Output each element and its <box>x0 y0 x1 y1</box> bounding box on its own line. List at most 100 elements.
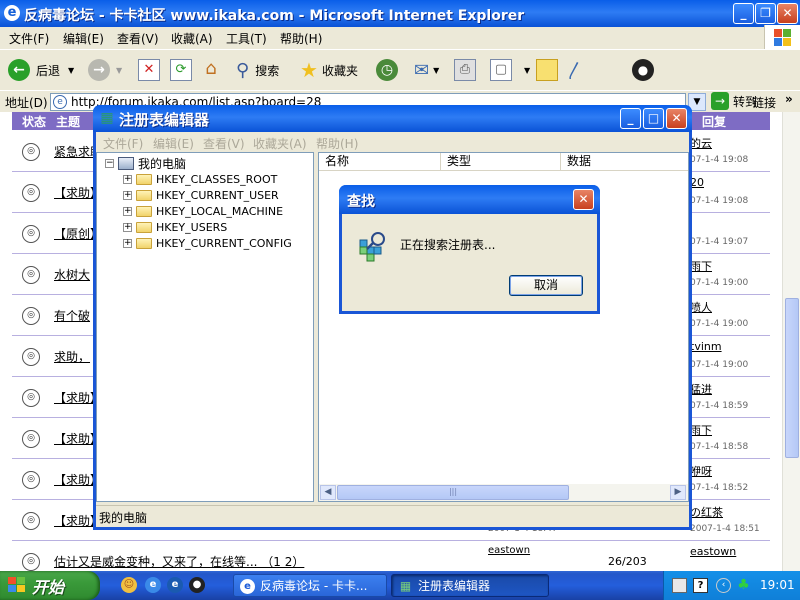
column-name[interactable]: 名称 <box>319 153 441 171</box>
column-data[interactable]: 数据 <box>561 153 688 171</box>
chevron-right-icon[interactable]: » <box>785 92 793 106</box>
ie-title-bar[interactable]: e 反病毒论坛 - 卡卡社区 www.ikaka.com - Microsoft… <box>0 0 800 27</box>
edit-button[interactable]: ▢ ▼ <box>490 58 530 82</box>
scroll-left-icon[interactable]: ◀ <box>320 485 336 500</box>
topic-status-icon: ◎ <box>22 307 40 325</box>
taskbar-item-regedit[interactable]: ▦ 注册表编辑器 <box>391 574 549 597</box>
edit-dropdown-icon[interactable]: ▼ <box>524 66 530 75</box>
author-link[interactable]: eastown <box>488 545 530 556</box>
cancel-button[interactable]: 取消 <box>509 275 583 296</box>
regedit-horizontal-scrollbar[interactable]: ◀ ||| ▶ <box>319 484 688 501</box>
menu-tools[interactable]: 工具(T) <box>226 30 267 47</box>
tree-key[interactable]: + HKEY_CURRENT_CONFIG <box>123 235 292 251</box>
folder-icon <box>136 189 152 201</box>
tree-root-label: 我的电脑 <box>138 156 187 171</box>
scrollbar-thumb[interactable] <box>785 298 799 458</box>
history-button[interactable]: ◷ <box>376 58 398 82</box>
stop-button[interactable]: ✕ <box>138 58 160 82</box>
menu-favorites[interactable]: 收藏(A) <box>171 30 213 47</box>
collapse-icon[interactable]: − <box>105 158 114 168</box>
mail-dropdown-icon[interactable]: ▼ <box>433 66 439 75</box>
tree-key[interactable]: + HKEY_CLASSES_ROOT <box>123 171 277 187</box>
last-reply-author[interactable]: 喷人 <box>690 299 712 315</box>
mail-button[interactable]: ✉ ▼ <box>414 58 439 82</box>
back-button[interactable]: ← 后退 ▼ <box>8 58 74 82</box>
menu-help[interactable]: 帮助(H) <box>280 30 322 47</box>
ie-quicklaunch-icon[interactable]: e <box>145 577 161 593</box>
tree-key[interactable]: + HKEY_CURRENT_USER <box>123 187 279 203</box>
find-title-bar[interactable]: 查找 ✕ <box>339 185 600 214</box>
scroll-right-icon[interactable]: ▶ <box>670 485 686 500</box>
messenger-button[interactable]: 〳 <box>566 58 584 82</box>
network-icon[interactable]: ♣ <box>736 578 751 593</box>
forward-button[interactable]: → ▼ <box>88 58 122 82</box>
restore-button[interactable]: ❐ <box>755 3 776 24</box>
last-reply-time: 07-1-4 19:08 <box>690 155 749 165</box>
tree-key[interactable]: + HKEY_USERS <box>123 219 227 235</box>
regedit-menu-view[interactable]: 查看(V) <box>203 135 245 152</box>
find-close-button[interactable]: ✕ <box>573 189 594 210</box>
discuss-button[interactable] <box>536 58 558 82</box>
last-reply-author[interactable]: 雨下 <box>690 422 712 438</box>
print-button[interactable]: ⎙ <box>454 58 476 82</box>
ie-vertical-scrollbar[interactable] <box>782 112 800 571</box>
start-button[interactable]: 开始 <box>0 571 100 600</box>
favorites-button[interactable]: ★ 收藏夹 <box>300 58 358 82</box>
ie-window-title: 反病毒论坛 - 卡卡社区 www.ikaka.com - Microsoft I… <box>24 8 525 24</box>
minimize-button[interactable]: _ <box>733 3 754 24</box>
tray-collapse-icon[interactable]: ‹ <box>716 578 731 593</box>
history-icon: ◷ <box>376 59 398 81</box>
qq-button[interactable]: ● <box>632 58 654 82</box>
last-reply-author[interactable]: eastown <box>690 545 736 558</box>
home-button[interactable]: ⌂ <box>200 58 222 82</box>
note-icon <box>536 59 558 81</box>
keyboard-icon[interactable] <box>672 578 687 593</box>
last-reply-author[interactable]: の红茶 <box>690 504 723 520</box>
tree-root-my-computer[interactable]: − 我的电脑 <box>105 155 186 171</box>
hscroll-thumb[interactable]: ||| <box>337 485 569 500</box>
ie-alt-quicklaunch-icon[interactable]: e <box>167 577 183 593</box>
messenger-quicklaunch-icon[interactable]: ☺ <box>121 577 137 593</box>
expand-icon[interactable]: + <box>123 190 132 200</box>
expand-icon[interactable]: + <box>123 174 132 184</box>
menu-view[interactable]: 查看(V) <box>117 30 159 47</box>
regedit-close-button[interactable]: ✕ <box>666 108 687 129</box>
regedit-menu-favorites[interactable]: 收藏夹(A) <box>253 135 307 152</box>
registry-tree-pane[interactable]: − 我的电脑 + HKEY_CLASSES_ROOT + HKEY_CURRENT_U… <box>96 152 314 502</box>
taskbar-item-ie[interactable]: e 反病毒论坛 - 卡卡... <box>233 574 387 597</box>
tree-key[interactable]: + HKEY_LOCAL_MACHINE <box>123 203 283 219</box>
expand-icon[interactable]: + <box>123 238 132 248</box>
regedit-menu-help[interactable]: 帮助(H) <box>316 135 358 152</box>
topic-link[interactable]: 水树大 <box>54 266 90 283</box>
expand-icon[interactable]: + <box>123 222 132 232</box>
search-button[interactable]: ⚲ 搜索 <box>236 58 279 82</box>
menu-file[interactable]: 文件(F) <box>9 30 49 47</box>
topic-link[interactable]: 有个破 <box>54 307 90 324</box>
last-reply-time: 07-1-4 18:52 <box>690 483 749 493</box>
regedit-title-bar[interactable]: ▦ 注册表编辑器 _ □ ✕ <box>93 105 692 132</box>
forward-dropdown-icon[interactable]: ▼ <box>116 66 122 75</box>
menu-edit[interactable]: 编辑(E) <box>63 30 104 47</box>
topic-link[interactable]: 求助， <box>54 348 90 365</box>
topic-status-icon: ◎ <box>22 143 40 161</box>
last-reply-author[interactable]: 咿呀 <box>690 463 712 479</box>
links-label[interactable]: 链接 <box>752 94 776 111</box>
regedit-menu-edit[interactable]: 编辑(E) <box>153 135 194 152</box>
regedit-minimize-button[interactable]: _ <box>620 108 641 129</box>
last-reply-author[interactable]: tvinm <box>690 340 722 353</box>
column-type[interactable]: 类型 <box>441 153 561 171</box>
go-button[interactable]: → 转到 <box>711 92 757 110</box>
back-dropdown-icon[interactable]: ▼ <box>68 66 74 75</box>
last-reply-author[interactable]: 雨下 <box>690 258 712 274</box>
close-button[interactable]: ✕ <box>777 3 798 24</box>
help-icon[interactable]: ? <box>693 578 708 593</box>
last-reply-author[interactable]: 的云 <box>690 135 712 151</box>
regedit-maximize-button[interactable]: □ <box>643 108 664 129</box>
regedit-menu-file[interactable]: 文件(F) <box>103 135 143 152</box>
topic-link[interactable]: 估计又是威金变种，又来了，在线等... （1 2） <box>54 553 304 570</box>
last-reply-author[interactable]: 猛进 <box>690 381 712 397</box>
qq-quicklaunch-icon[interactable]: ● <box>189 577 205 593</box>
refresh-button[interactable]: ⟳ <box>170 58 192 82</box>
expand-icon[interactable]: + <box>123 206 132 216</box>
last-reply-author[interactable]: 20 <box>690 176 704 189</box>
